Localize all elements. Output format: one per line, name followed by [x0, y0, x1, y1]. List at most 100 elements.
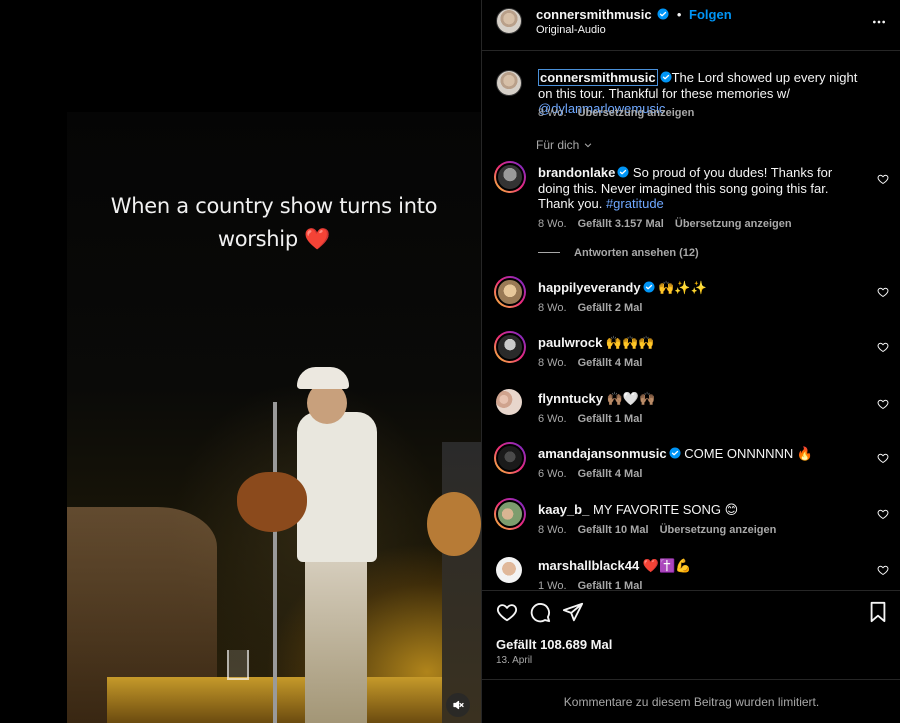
avatar[interactable] [496, 8, 522, 34]
video-overlay-text: When a country show turns into worship ❤… [67, 190, 481, 256]
view-replies-label: Antworten ansehen (12) [574, 247, 699, 259]
comment-meta: 6 Wo. Gefällt 4 Mal [538, 468, 858, 480]
comment-likes[interactable]: Gefällt 2 Mal [578, 302, 643, 314]
comment-username[interactable]: kaay_b_ [538, 502, 589, 517]
translate-link[interactable]: Übersetzung anzeigen [675, 218, 792, 230]
caption-translate-link[interactable]: Übersetzung anzeigen [578, 107, 695, 119]
post-media: When a country show turns into worship ❤… [0, 0, 481, 723]
like-heart-icon[interactable] [877, 286, 889, 298]
comment-meta: 8 Wo. Gefällt 10 Mal Übersetzung anzeige… [538, 524, 858, 536]
comment-item: paulwrock 🙌🙌🙌 8 Wo. Gefällt 4 Mal [482, 331, 900, 381]
comment-text: flynntucky 🙌🏽🤍🙌🏽 [538, 391, 858, 407]
caption-username[interactable]: connersmithmusic [538, 69, 658, 86]
bookmark-save-icon[interactable] [867, 601, 889, 623]
comment-meta: 8 Wo. Gefällt 3.157 Mal Übersetzung anze… [538, 218, 858, 230]
comment-item: happilyeverandy 🙌✨✨ 8 Wo. Gefällt 2 Mal [482, 276, 900, 326]
comment-likes[interactable]: Gefällt 1 Mal [578, 580, 643, 590]
like-heart-icon[interactable] [877, 341, 889, 353]
comment-time: 6 Wo. [538, 413, 567, 425]
comment-likes[interactable]: Gefällt 1 Mal [578, 413, 643, 425]
like-heart-icon[interactable] [877, 508, 889, 520]
comment-time: 6 Wo. [538, 468, 567, 480]
comment-likes[interactable]: Gefällt 4 Mal [578, 468, 643, 480]
more-options-icon[interactable] [871, 14, 887, 30]
verified-badge-icon [669, 447, 681, 459]
comment-body: COME ONNNNNN 🔥 [684, 446, 814, 461]
comment-username[interactable]: marshallblack44 [538, 558, 639, 573]
avatar[interactable] [494, 276, 526, 308]
for-you-label: Für dich [536, 138, 580, 152]
comment-item: brandonlake So proud of you dudes! Thank… [482, 161, 900, 261]
comment-username[interactable]: paulwrock [538, 335, 602, 350]
comment-item: marshallblack44 ❤️✝️💪 1 Wo. Gefällt 1 Ma… [482, 557, 900, 590]
avatar[interactable] [494, 161, 526, 193]
follow-button[interactable]: Folgen [689, 7, 732, 22]
comment-time: 8 Wo. [538, 357, 567, 369]
comment-likes[interactable]: Gefällt 3.157 Mal [578, 218, 664, 230]
like-heart-icon[interactable] [877, 398, 889, 410]
verified-badge-icon [660, 71, 672, 83]
stage-floor [107, 677, 481, 723]
for-you-filter[interactable]: Für dich [536, 138, 593, 152]
comment-text: marshallblack44 ❤️✝️💪 [538, 558, 858, 574]
comment-username[interactable]: flynntucky [538, 391, 603, 406]
comment-time: 8 Wo. [538, 302, 567, 314]
post-actions: Gefällt 108.689 Mal 13. April [482, 590, 900, 679]
comment-body: MY FAVORITE SONG 😊 [592, 502, 739, 517]
hashtag-link[interactable]: #gratitude [606, 196, 664, 211]
comment-username[interactable]: brandonlake [538, 165, 615, 180]
singer-cap [297, 367, 349, 389]
avatar[interactable] [496, 70, 522, 96]
original-audio-link[interactable]: Original-Audio [536, 24, 606, 36]
guitarist-figure [442, 442, 481, 723]
separator-dot: • [676, 7, 682, 22]
caption-time: 8 Wo. [538, 107, 567, 119]
avatar[interactable] [494, 331, 526, 363]
verified-badge-icon [657, 8, 669, 20]
singer-legs [305, 552, 367, 723]
avatar[interactable] [494, 442, 526, 474]
mute-button[interactable] [446, 693, 470, 717]
comment-text: amandajansonmusic COME ONNNNNN 🔥 [538, 446, 858, 462]
comments-list[interactable]: connersmithmusic The Lord showed up every… [482, 52, 900, 590]
verified-badge-icon [617, 166, 629, 178]
overlay-line-2: worship [217, 227, 298, 251]
comment-meta: 1 Wo. Gefällt 1 Mal [538, 580, 858, 590]
overlay-line-1: When a country show turns into [110, 194, 438, 218]
comment-likes[interactable]: Gefällt 4 Mal [578, 357, 643, 369]
reel-video[interactable]: When a country show turns into worship ❤… [67, 112, 481, 723]
comment-body: 🙌🏽🤍🙌🏽 [606, 391, 656, 406]
like-heart-icon[interactable] [877, 564, 889, 576]
likes-count[interactable]: Gefällt 108.689 Mal [496, 637, 612, 652]
like-heart-icon[interactable] [877, 173, 889, 185]
comment-text: kaay_b_ MY FAVORITE SONG 😊 [538, 502, 858, 518]
comments-limited-notice: Kommentare zu diesem Beitrag wurden limi… [482, 679, 900, 723]
translate-link[interactable]: Übersetzung anzeigen [660, 524, 777, 536]
header-user-line: connersmithmusic • Folgen [536, 7, 732, 22]
singer-figure [297, 412, 377, 562]
acoustic-guitar-2 [427, 492, 481, 556]
avatar[interactable] [496, 389, 522, 415]
comment-body: 🙌✨✨ [658, 280, 707, 295]
header-username[interactable]: connersmithmusic [536, 7, 652, 22]
overlay-heart-emoji: ❤️ [304, 227, 331, 251]
comment-username[interactable]: happilyeverandy [538, 280, 641, 295]
comment-text: brandonlake So proud of you dudes! Thank… [538, 165, 858, 212]
comment-likes[interactable]: Gefällt 10 Mal [578, 524, 649, 536]
like-heart-icon[interactable] [496, 601, 518, 623]
comment-username[interactable]: amandajansonmusic [538, 446, 667, 461]
post-date: 13. April [496, 655, 533, 666]
comment-bubble-icon[interactable] [529, 601, 551, 623]
comment-time: 8 Wo. [538, 524, 567, 536]
avatar[interactable] [494, 498, 526, 530]
avatar[interactable] [496, 557, 522, 583]
comment-item: amandajansonmusic COME ONNNNNN 🔥 6 Wo. G… [482, 442, 900, 492]
like-heart-icon[interactable] [877, 452, 889, 464]
replies-line [538, 252, 560, 253]
comment-time: 1 Wo. [538, 580, 567, 590]
share-send-icon[interactable] [562, 601, 584, 623]
comment-text: happilyeverandy 🙌✨✨ [538, 280, 858, 296]
view-replies-button[interactable]: Antworten ansehen (12) [538, 247, 699, 259]
comment-body: 🙌🙌🙌 [605, 335, 655, 350]
comment-meta: 6 Wo. Gefällt 1 Mal [538, 413, 858, 425]
